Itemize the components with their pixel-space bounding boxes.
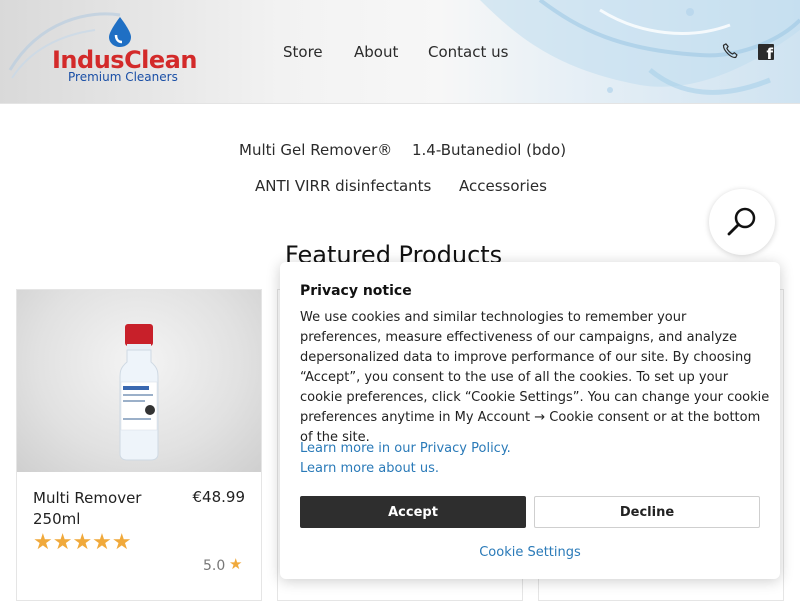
cookie-settings-link[interactable]: Cookie Settings bbox=[280, 545, 780, 560]
nav-store[interactable]: Store bbox=[283, 43, 323, 61]
product-image[interactable] bbox=[17, 290, 261, 472]
privacy-notice-body: We use cookies and similar technologies … bbox=[300, 310, 770, 445]
privacy-policy-link[interactable]: Learn more in our Privacy Policy. bbox=[300, 441, 511, 456]
product-card[interactable]: Multi Remover 250ml €48.99 ★★★★★ 5.0 ★ bbox=[16, 289, 262, 601]
decline-button[interactable]: Decline bbox=[534, 496, 760, 528]
rating-value: 5.0 bbox=[203, 558, 226, 574]
privacy-notice-title: Privacy notice bbox=[300, 283, 412, 299]
category-multi-gel-remover[interactable]: Multi Gel Remover® bbox=[239, 141, 392, 159]
accept-button[interactable]: Accept bbox=[300, 496, 526, 528]
category-accessories[interactable]: Accessories bbox=[459, 177, 547, 195]
category-butanediol[interactable]: 1.4-Butanediol (bdo) bbox=[412, 141, 566, 159]
product-title[interactable]: Multi Remover 250ml bbox=[33, 488, 173, 530]
category-anti-virr[interactable]: ANTI VIRR disinfectants bbox=[255, 177, 431, 195]
privacy-notice-dialog: Privacy notice We use cookies and simila… bbox=[280, 262, 780, 579]
nav-contact-us[interactable]: Contact us bbox=[428, 43, 508, 61]
about-us-link[interactable]: Learn more about us. bbox=[300, 461, 439, 476]
bottle-image bbox=[119, 324, 159, 461]
star-rating-icon: ★★★★★ bbox=[33, 530, 132, 555]
facebook-icon[interactable]: f bbox=[758, 44, 774, 60]
phone-icon[interactable] bbox=[721, 42, 739, 60]
search-icon bbox=[727, 207, 756, 236]
site-header: IndusClean Premium Cleaners Store About … bbox=[0, 0, 800, 104]
water-drop-icon bbox=[109, 17, 131, 47]
nav-about[interactable]: About bbox=[354, 43, 398, 61]
logo[interactable]: IndusClean Premium Cleaners bbox=[52, 14, 197, 89]
product-price: €48.99 bbox=[192, 488, 246, 506]
logo-tagline: Premium Cleaners bbox=[68, 70, 178, 84]
search-button[interactable] bbox=[709, 189, 775, 255]
star-icon: ★ bbox=[229, 555, 243, 573]
